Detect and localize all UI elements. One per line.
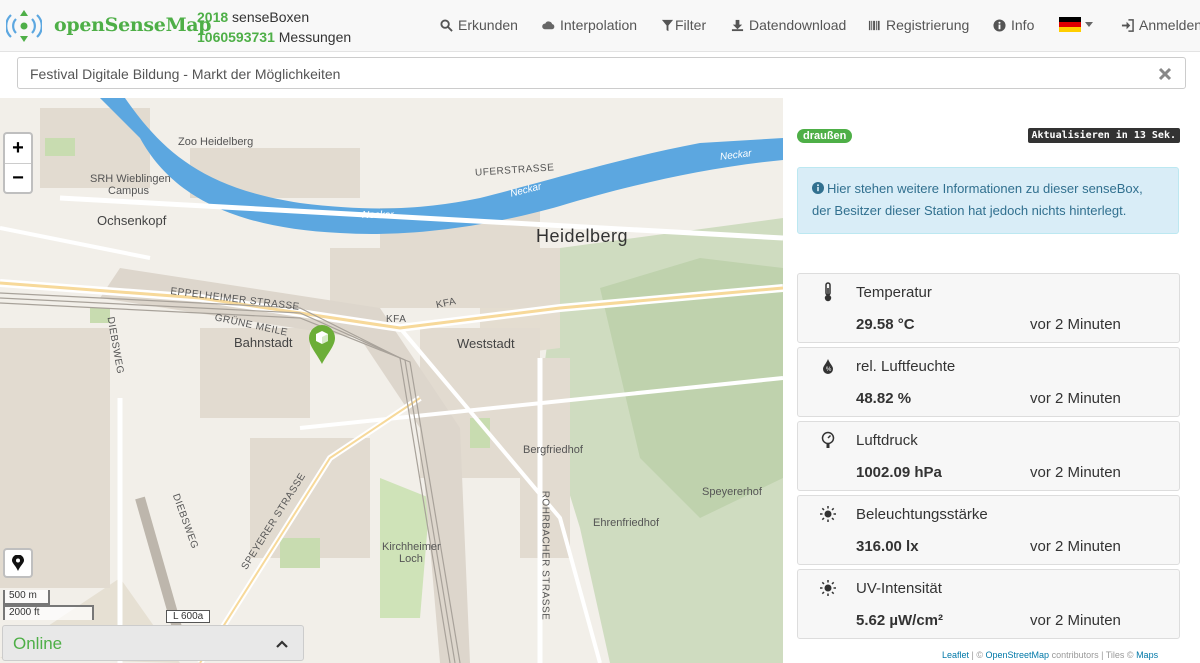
map-attribution: Leaflet | © OpenStreetMap contributors |… (942, 650, 1158, 660)
sensor-value: 316.00 lx (856, 538, 919, 555)
sensor-title: rel. Luftfeuchte (856, 358, 956, 375)
pressure-icon (821, 431, 835, 448)
map-label-kirchheimer: Kirchheimer (382, 541, 441, 553)
sensor-title: Beleuchtungsstärke (856, 506, 988, 523)
sensebox-marker-icon[interactable] (307, 324, 337, 364)
nav-filter[interactable]: Filter (661, 17, 706, 33)
sun-icon (820, 506, 836, 522)
sensor-card-uv[interactable]: UV-Intensität 5.62 µW/cm² vor 2 Minuten (797, 569, 1180, 639)
scale-imperial: 2000 ft (3, 605, 94, 620)
nav-erkunden[interactable]: Erkunden (440, 17, 518, 33)
filter-icon (661, 19, 674, 31)
nav-interpolation-label: Interpolation (560, 17, 638, 33)
nav-anmelden-label: Anmelden (1139, 17, 1200, 33)
refresh-countdown: Aktualisieren in 13 Sek. (1027, 128, 1180, 143)
zoom-in-button[interactable]: + (5, 134, 31, 163)
sign-in-icon (1121, 18, 1134, 32)
map-label-bergfriedhof: Bergfriedhof (523, 444, 583, 456)
nav-filter-label: Filter (675, 17, 707, 33)
online-status-bar[interactable]: Online (2, 625, 304, 661)
sensor-card-humidity[interactable]: % rel. Luftfeuchte 48.82 % vor 2 Minuten (797, 347, 1180, 417)
sensor-timestamp: vor 2 Minuten (1030, 538, 1121, 555)
sensor-timestamp: vor 2 Minuten (1030, 390, 1121, 407)
map-label-rohrbacher-strasse: ROHRBACHER STRASSE (539, 490, 551, 621)
sensor-card-temperature[interactable]: Temperatur 29.58 °C vor 2 Minuten (797, 273, 1180, 343)
sensor-timestamp: vor 2 Minuten (1030, 612, 1121, 629)
map-label-srh: SRH Wieblingen (90, 173, 171, 185)
tiles-link[interactable]: Maps (1136, 650, 1158, 660)
info-alert: Hier stehen weitere Informationen zu die… (797, 167, 1179, 234)
de-flag-icon[interactable] (1059, 17, 1081, 32)
nav-menu: Erkunden Interpolation Filter Datendownl… (0, 17, 1200, 37)
thermometer-icon (824, 282, 832, 302)
map-label-weststadt: Weststadt (457, 336, 515, 351)
map-label-zoo: Zoo Heidelberg (178, 136, 254, 148)
sensebox-sidebar: draußen Aktualisieren in 13 Sek. Hier st… (783, 98, 1200, 663)
zoom-control: + − (3, 132, 33, 194)
osm-link[interactable]: OpenStreetMap (986, 650, 1050, 660)
nav-registrierung[interactable]: Registrierung (868, 17, 969, 33)
sun-icon (820, 580, 836, 596)
leaflet-link[interactable]: Leaflet (942, 650, 969, 660)
barcode-icon (868, 20, 880, 30)
road-sign-l600a: L 600a (166, 610, 211, 623)
sensor-list: Temperatur 29.58 °C vor 2 Minuten % rel.… (797, 273, 1180, 643)
map-label-campus: Campus (108, 185, 149, 197)
nav-info-label: Info (1011, 17, 1035, 33)
nav-anmelden[interactable]: Anmelden (1121, 17, 1200, 33)
map-marker-icon (12, 555, 24, 571)
info-text-line-2: der Besitzer dieser Station hat jedoch n… (812, 203, 1127, 218)
scale-metric: 500 m (3, 590, 50, 605)
info-circle-icon (812, 182, 824, 194)
search-icon (440, 18, 453, 32)
navbar: openSenseMap 2018 senseBoxen 1060593731 … (0, 0, 1200, 52)
nav-datendownload-label: Datendownload (749, 17, 847, 33)
sensor-timestamp: vor 2 Minuten (1030, 316, 1121, 333)
exposure-badge: draußen (797, 129, 853, 143)
chevron-up-icon[interactable] (276, 640, 288, 648)
humidity-icon: % (823, 359, 833, 374)
online-status-label: Online (13, 634, 63, 653)
sensor-timestamp: vor 2 Minuten (1030, 464, 1121, 481)
sensor-value: 29.58 °C (856, 316, 915, 333)
map[interactable]: Zoo Heidelberg SRH Wieblingen Campus Och… (0, 98, 783, 663)
attribution-sep: | © (969, 650, 986, 660)
zoom-out-button[interactable]: − (5, 163, 31, 192)
info-icon (993, 18, 1006, 32)
sensor-title: Luftdruck (856, 432, 918, 449)
info-text-line-1: Hier stehen weitere Informationen zu die… (827, 181, 1143, 196)
attribution-text: contributors | Tiles © (1049, 650, 1137, 660)
search-box (17, 57, 1186, 89)
sensor-value: 5.62 µW/cm² (856, 612, 944, 629)
nav-info[interactable]: Info (993, 17, 1034, 33)
nav-erkunden-label: Erkunden (458, 17, 518, 33)
search-input[interactable] (30, 64, 1130, 84)
sensor-card-illuminance[interactable]: Beleuchtungsstärke 316.00 lx vor 2 Minut… (797, 495, 1180, 565)
map-scale: 500 m 2000 ft (3, 590, 94, 620)
nav-datendownload[interactable]: Datendownload (731, 17, 846, 33)
sensor-title: Temperatur (856, 284, 932, 301)
map-label-loch: Loch (399, 553, 423, 565)
svg-text:%: % (826, 367, 832, 373)
close-icon[interactable] (1157, 64, 1173, 82)
chevron-down-icon[interactable] (1085, 22, 1093, 27)
sensor-title: UV-Intensität (856, 580, 942, 597)
map-label-neckar-3: Neckar (362, 210, 394, 221)
locate-button[interactable] (3, 548, 33, 578)
download-icon (731, 19, 744, 31)
cloud-icon (542, 20, 555, 29)
sensor-value: 48.82 % (856, 390, 912, 407)
map-label-speyererhof: Speyererhof (702, 486, 762, 498)
nav-interpolation[interactable]: Interpolation (542, 17, 637, 33)
nav-registrierung-label: Registrierung (886, 17, 970, 33)
map-label-heidelberg: Heidelberg (536, 226, 629, 246)
map-label-ochsenkopf: Ochsenkopf (97, 213, 167, 228)
sensor-card-pressure[interactable]: Luftdruck 1002.09 hPa vor 2 Minuten (797, 421, 1180, 491)
map-label-kfa-1: KFA (386, 314, 407, 325)
map-label-ehrenfriedhof: Ehrenfriedhof (593, 517, 660, 529)
sensor-value: 1002.09 hPa (856, 464, 942, 481)
